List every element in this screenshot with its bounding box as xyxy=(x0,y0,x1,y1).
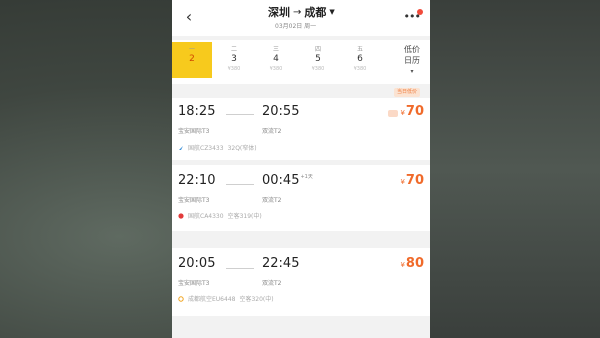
date-tab-5[interactable]: 五 6 ¥380 xyxy=(340,42,380,78)
arrival-time-text: 22:45 xyxy=(262,256,300,271)
date-number: 3 xyxy=(231,54,237,64)
airline-flight-no: 国航CA4330 xyxy=(188,213,224,220)
to-city: 成都 xyxy=(304,6,327,19)
arrival-time: 00:45+1天 xyxy=(262,173,313,188)
price-value: 70 xyxy=(405,104,424,119)
aircraft-type: 32Q(窄体) xyxy=(227,145,257,152)
price-calendar-button[interactable]: 低价 日历 ▾ xyxy=(397,44,427,77)
sail-icon xyxy=(179,145,183,150)
price: ¥70 xyxy=(400,173,424,188)
date-weekday: 四 xyxy=(314,46,321,53)
route-line xyxy=(226,114,254,115)
flight-info: 国航CZ3433 32Q(窄体) xyxy=(178,143,257,152)
chevron-left-icon: ‹ xyxy=(185,7,193,26)
background-blur xyxy=(430,0,600,338)
airline-flight-no: 成都航空EU6448 xyxy=(188,296,236,303)
ring-icon xyxy=(178,295,184,302)
date-price: ¥380 xyxy=(227,66,241,72)
date-price: ¥380 xyxy=(353,66,367,72)
chevron-down-icon: ▼ xyxy=(329,8,335,16)
date-bar: 一 2 二 3 ¥380 三 4 ¥380 四 5 ¥380 五 6 ¥380 … xyxy=(172,40,430,84)
departure-airport: 宝安国际T3 xyxy=(178,280,210,287)
route-line xyxy=(226,268,254,269)
aircraft-type: 空客319(中) xyxy=(227,213,262,220)
date-weekday: 二 xyxy=(230,46,237,53)
currency-symbol: ¥ xyxy=(400,261,405,269)
route-line xyxy=(226,184,254,185)
route-arrow: → xyxy=(293,6,302,18)
flight-info: 成都航空EU6448 空客320(中) xyxy=(178,294,274,303)
date-price: ¥380 xyxy=(311,66,325,72)
airline-flight-no: 国航CZ3433 xyxy=(188,145,224,152)
from-city: 深圳 xyxy=(268,6,290,19)
departure-airport: 宝安国际T3 xyxy=(178,197,210,204)
price: ¥70 xyxy=(400,104,424,119)
date-weekday: 一 xyxy=(188,46,195,53)
currency-symbol: ¥ xyxy=(400,109,405,117)
deal-icon xyxy=(388,110,398,117)
departure-airport: 宝安国际T3 xyxy=(178,128,210,135)
aircraft-type: 空客320(中) xyxy=(239,296,274,303)
date-weekday: 三 xyxy=(272,46,279,53)
date-tab-2[interactable]: 二 3 ¥380 xyxy=(214,42,254,78)
arrival-airport: 双流T2 xyxy=(262,280,282,287)
departure-time: 20:05 xyxy=(178,256,216,271)
calendar-label-line1: 低价 xyxy=(404,45,420,54)
date-price: ¥380 xyxy=(269,66,283,72)
header-bar: ‹ 深圳 → 成都 ▼ 03月02日 周一 ••• xyxy=(172,0,430,36)
flight-info: 国航CA4330 空客319(中) xyxy=(178,211,262,220)
route-subtitle: 03月02日 周一 xyxy=(275,23,317,30)
departure-time: 22:10 xyxy=(178,173,216,188)
date-tab-3[interactable]: 三 4 ¥380 xyxy=(256,42,296,78)
plus-day: +1天 xyxy=(300,174,313,180)
arrival-airport: 双流T2 xyxy=(262,197,282,204)
low-price-tag: 当日低价 xyxy=(394,88,421,97)
phoenix-icon xyxy=(178,212,184,219)
chevron-down-icon: ▾ xyxy=(410,68,414,75)
calendar-label-line2: 日历 xyxy=(404,56,420,65)
arrival-time-text: 00:45 xyxy=(262,173,300,188)
departure-time: 18:25 xyxy=(178,104,216,119)
arrival-time: 20:55 xyxy=(262,104,300,119)
currency-symbol: ¥ xyxy=(400,178,405,186)
date-number: 5 xyxy=(315,54,321,64)
flight-card[interactable]: 18:25 20:55 宝安国际T3 双流T2 国航CZ3433 32Q(窄体)… xyxy=(172,98,430,160)
date-tab-1[interactable]: 一 2 xyxy=(172,42,212,78)
flight-card[interactable]: 22:10 00:45+1天 宝安国际T3 双流T2 国航CA4330 空客31… xyxy=(172,165,430,231)
notification-dot-icon xyxy=(417,9,423,15)
date-number: 6 xyxy=(357,54,363,64)
price-value: 70 xyxy=(405,173,424,188)
back-button[interactable]: ‹ xyxy=(180,8,198,26)
price-value: 80 xyxy=(405,256,424,271)
route-title[interactable]: 深圳 → 成都 ▼ xyxy=(268,4,335,20)
phone-screen: ‹ 深圳 → 成都 ▼ 03月02日 周一 ••• 一 2 二 3 ¥380 三… xyxy=(172,0,430,338)
price: ¥80 xyxy=(400,256,424,271)
date-number: 4 xyxy=(273,54,279,64)
date-tab-4[interactable]: 四 5 ¥380 xyxy=(298,42,338,78)
date-weekday: 五 xyxy=(356,46,363,53)
arrival-time: 22:45 xyxy=(262,256,300,271)
date-number: 2 xyxy=(189,54,195,64)
arrival-time-text: 20:55 xyxy=(262,104,300,119)
flight-card[interactable]: 20:05 22:45 宝安国际T3 双流T2 成都航空EU6448 空客320… xyxy=(172,248,430,316)
arrival-airport: 双流T2 xyxy=(262,128,282,135)
